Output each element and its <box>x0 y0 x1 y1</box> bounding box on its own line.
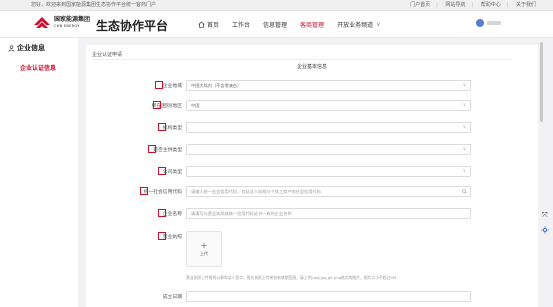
nav-merchant-management[interactable]: 客商管理 <box>300 20 324 29</box>
required-marker <box>155 81 163 89</box>
chevron-down-icon: ∨ <box>462 147 466 152</box>
license-upload-button[interactable]: + 上传 <box>186 231 222 267</box>
credit-code-placeholder: 请输入统一社会信用代码，包括法人机构与个体工商户的社会信用代码 <box>191 189 321 194</box>
logo-text: 国家能源集团 CHN ENERGY <box>54 16 90 30</box>
top-links: 门户首页 | 网站导航 | 帮助中心 | 关于我们 <box>410 2 536 8</box>
section-divider <box>92 59 512 60</box>
country-select[interactable]: 中国 ∨ <box>186 100 471 111</box>
main-panel: 企业认证申请 企业基本信息 企业地域 中国大陆内（不含港澳台） ∨ 所在国别/地… <box>86 45 538 307</box>
field-label-main-supply-type: 是否主供类型 <box>153 148 182 153</box>
form-row-main-supply-type: 是否主供类型 ∨ <box>86 144 538 156</box>
nav-workbench[interactable]: 工作台 <box>232 20 250 29</box>
sidebar-item-enterprise-certification[interactable]: 企业认证信息 <box>20 63 56 72</box>
expand-icon[interactable]: ⤧ <box>542 211 548 220</box>
nav-home-label: 首页 <box>207 21 220 29</box>
founding-date-input[interactable] <box>186 291 471 302</box>
form-row-founding-date: 成立日期 <box>86 291 538 303</box>
country-select-value: 中国 <box>191 103 200 108</box>
gear-icon[interactable] <box>541 226 549 234</box>
form-row-org-type: 机构类型 ∨ <box>86 122 538 134</box>
welcome-text: 您好，欢迎来到国家能源集团生态协作平台统一客商门户 <box>31 2 157 8</box>
chevron-down-icon: ∨ <box>462 83 466 88</box>
company-name-placeholder: 请填写与营业执照或统一信用代码证书一致的企业名称 <box>191 211 292 216</box>
form-row-country: 所在国别/地区 中国 ∨ <box>86 100 538 112</box>
link-about-us[interactable]: 关于我们 <box>516 2 536 8</box>
main-supply-type-select[interactable]: ∨ <box>186 144 471 155</box>
field-label-country: 所在国别/地区 <box>151 104 182 109</box>
nav-open-business-channel[interactable]: 开放业务频道 ∨ <box>337 20 380 29</box>
platform-title: 生态协作平台 <box>96 19 169 33</box>
user-icon <box>8 44 15 52</box>
page-scrollbar[interactable] <box>540 42 543 122</box>
avatar <box>476 19 484 27</box>
chevron-down-icon: ∨ <box>462 169 466 174</box>
search-icon[interactable] <box>462 189 467 194</box>
main-header: 国家能源集团 CHN ENERGY 生态协作平台 首页 工作台 信息管理 客商管… <box>0 11 553 38</box>
main-nav: 首页 工作台 信息管理 客商管理 开放业务频道 ∨ <box>198 11 393 37</box>
chevron-down-icon: ∨ <box>376 20 381 28</box>
user-name-blurred <box>487 21 501 25</box>
region-select-value: 中国大陆内（不含港澳台） <box>191 83 242 88</box>
nav-info-management[interactable]: 信息管理 <box>263 20 287 29</box>
field-label-region: 企业地域 <box>162 84 182 89</box>
field-label-org-type: 机构类型 <box>162 126 182 131</box>
upload-label: 上传 <box>199 251 209 256</box>
user-menu[interactable] <box>476 19 501 27</box>
link-help-center[interactable]: 帮助中心 <box>481 2 501 8</box>
chn-energy-logo-icon <box>34 17 50 28</box>
field-label-credit-code: 统一社会信用代码 <box>143 190 182 195</box>
home-icon <box>198 21 205 28</box>
field-label-company-type: 公司类型 <box>162 170 182 175</box>
form-row-credit-code: 统一社会信用代码 请输入统一社会信用代码，包括法人机构与个体工商户的社会信用代码 <box>86 186 538 198</box>
basic-info-title: 企业基本信息 <box>296 64 327 70</box>
top-utility-bar: 您好，欢迎来到国家能源集团生态协作平台统一客商门户 门户首页 | 网站导航 | 帮助… <box>0 0 553 11</box>
plus-icon: + <box>200 241 208 250</box>
chevron-down-icon: ∨ <box>462 125 466 130</box>
form-row-company-name: 企业名称 请填写与营业执照或统一信用代码证书一致的企业名称 <box>86 208 538 220</box>
company-name-input[interactable]: 请填写与营业执照或统一信用代码证书一致的企业名称 <box>186 208 471 219</box>
field-label-founding-date: 成立日期 <box>162 295 182 300</box>
region-select[interactable]: 中国大陆内（不含港澳台） ∨ <box>186 80 471 91</box>
sidebar: 企业信息 企业认证信息 <box>0 38 78 307</box>
nav-home[interactable]: 首页 <box>198 20 219 29</box>
section-title: 企业认证申请 <box>92 52 123 58</box>
license-upload-hint: 营业执照上传需附公章和法人签字，营业执照上传单份有效期范围，请上传jpeg,jp… <box>186 275 397 280</box>
sidebar-title: 企业信息 <box>8 43 45 53</box>
field-label-company-name: 企业名称 <box>162 212 182 217</box>
org-type-select[interactable]: ∨ <box>186 122 471 133</box>
chevron-down-icon: ∨ <box>462 103 466 108</box>
sidebar-title-label: 企业信息 <box>17 44 45 52</box>
form-row-business-license: 营业执照 <box>86 231 538 243</box>
credit-code-input[interactable]: 请输入统一社会信用代码，包括法人机构与个体工商户的社会信用代码 <box>186 186 471 197</box>
logo-en: CHN ENERGY <box>54 24 80 28</box>
link-portal-home[interactable]: 门户首页 <box>410 2 430 8</box>
link-site-nav[interactable]: 网站导航 <box>445 2 465 8</box>
field-label-business-license: 营业执照 <box>162 235 182 240</box>
logo-cn: 国家能源集团 <box>54 16 91 23</box>
form-row-company-type: 公司类型 ∨ <box>86 166 538 178</box>
form-row-region: 企业地域 中国大陆内（不含港澳台） ∨ <box>86 80 538 92</box>
company-type-select[interactable]: ∨ <box>186 166 471 177</box>
nav-open-business-label: 开放业务频道 <box>337 21 374 29</box>
